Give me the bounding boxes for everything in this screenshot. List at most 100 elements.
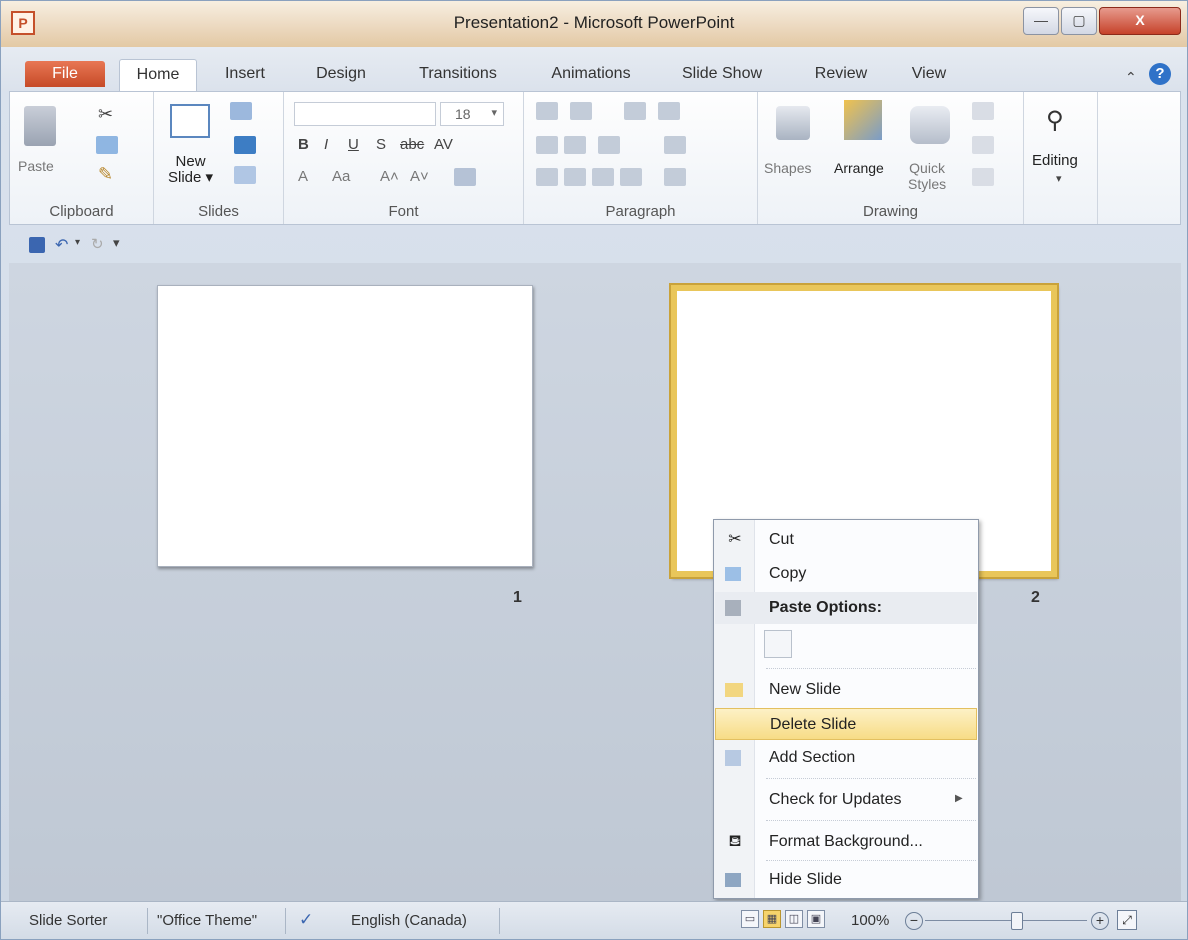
zoom-in-icon[interactable]: + bbox=[1091, 912, 1109, 930]
align-left-icon[interactable] bbox=[536, 168, 558, 186]
normal-view-icon[interactable]: ▭ bbox=[741, 910, 759, 928]
strikethrough-button[interactable]: abc bbox=[400, 136, 424, 153]
font-color-button[interactable]: A bbox=[298, 168, 308, 185]
columns-icon[interactable] bbox=[598, 136, 620, 154]
smartart-icon[interactable] bbox=[664, 168, 686, 186]
font-group: 18 ▾ B I U S abc AV A Aa A˄ A˅ Font bbox=[284, 92, 524, 224]
context-menu: ✂ Cut Copy Paste Options: New Slide Dele… bbox=[713, 519, 979, 899]
shrink-font-button[interactable]: A˅ bbox=[410, 168, 429, 185]
editing-dropdown-icon[interactable]: ▾ bbox=[1056, 172, 1062, 185]
font-size-value: 18 bbox=[455, 106, 471, 122]
format-painter-icon[interactable]: ✎ bbox=[98, 164, 113, 185]
line-spacing-icon[interactable] bbox=[624, 102, 646, 120]
menu-item-hide-slide[interactable]: Hide Slide bbox=[715, 864, 977, 896]
shadow-button[interactable]: S bbox=[376, 136, 386, 153]
menu-item-delete-slide-label: Delete Slide bbox=[770, 716, 857, 733]
paste-button[interactable]: Paste bbox=[18, 158, 54, 174]
spell-check-icon[interactable]: ✓ bbox=[299, 910, 313, 930]
zoom-slider-track[interactable] bbox=[925, 920, 1087, 921]
slide-sorter-area: 1 2 bbox=[9, 263, 1181, 901]
align-right-icon[interactable] bbox=[592, 168, 614, 186]
drawing-group: Shapes Arrange Quick Styles Drawing bbox=[758, 92, 1024, 224]
submenu-arrow-icon: ▶ bbox=[955, 793, 963, 804]
menu-item-new-slide[interactable]: New Slide bbox=[715, 674, 977, 706]
maximize-button[interactable]: ▢ bbox=[1061, 7, 1097, 35]
fit-to-window-icon[interactable]: ⤢ bbox=[1117, 910, 1137, 930]
save-icon[interactable] bbox=[29, 237, 45, 253]
new-slide-icon[interactable] bbox=[170, 104, 210, 138]
new-slide-button[interactable]: New Slide ▾ bbox=[168, 154, 213, 186]
status-theme-name[interactable]: "Office Theme" bbox=[157, 912, 257, 929]
zoom-slider-thumb[interactable] bbox=[1011, 912, 1023, 930]
slide-sorter-view-icon[interactable]: ▦ bbox=[763, 910, 781, 928]
tab-file[interactable]: File bbox=[25, 61, 105, 87]
help-icon[interactable]: ? bbox=[1149, 63, 1171, 85]
new-slide-label: New bbox=[175, 153, 206, 170]
shape-effects-icon[interactable] bbox=[972, 168, 994, 186]
redo-icon[interactable]: ↻ bbox=[91, 235, 104, 253]
clipboard-icon[interactable] bbox=[24, 106, 56, 146]
tab-transitions[interactable]: Transitions bbox=[403, 59, 513, 91]
close-button[interactable]: X bbox=[1099, 7, 1181, 35]
paste-keep-formatting-icon[interactable] bbox=[764, 630, 792, 658]
menu-item-cut[interactable]: ✂ Cut bbox=[715, 524, 977, 556]
increase-indent-icon[interactable] bbox=[564, 136, 586, 154]
tab-review[interactable]: Review bbox=[801, 59, 881, 91]
minimize-button[interactable]: — bbox=[1023, 7, 1059, 35]
numbering-icon[interactable] bbox=[570, 102, 592, 120]
editing-button[interactable]: Editing bbox=[1032, 152, 1078, 169]
menu-item-delete-slide[interactable]: Delete Slide bbox=[715, 708, 977, 740]
slide-show-view-icon[interactable]: ▣ bbox=[807, 910, 825, 928]
reset-icon[interactable] bbox=[234, 136, 256, 154]
grow-font-button[interactable]: A˄ bbox=[380, 168, 399, 185]
quick-access-toolbar: ↶ ▾ ↻ ▾ bbox=[9, 231, 1181, 261]
shape-outline-icon[interactable] bbox=[972, 136, 994, 154]
zoom-out-icon[interactable]: − bbox=[905, 912, 923, 930]
section-icon[interactable] bbox=[234, 166, 256, 184]
quick-styles-button[interactable]: Quick Styles bbox=[908, 160, 946, 192]
reading-view-icon[interactable]: ◫ bbox=[785, 910, 803, 928]
slide-thumbnail-1[interactable] bbox=[157, 285, 533, 567]
character-spacing-button[interactable]: AV bbox=[434, 136, 453, 153]
shapes-button[interactable]: Shapes bbox=[764, 160, 811, 176]
bold-button[interactable]: B bbox=[298, 136, 309, 153]
copy-icon[interactable] bbox=[96, 136, 118, 154]
underline-button[interactable]: U bbox=[348, 136, 359, 153]
layout-icon[interactable] bbox=[230, 102, 252, 120]
tab-view[interactable]: View bbox=[897, 59, 961, 91]
align-center-icon[interactable] bbox=[564, 168, 586, 186]
tab-slide-show[interactable]: Slide Show bbox=[669, 59, 775, 91]
font-name-combo[interactable] bbox=[294, 102, 436, 126]
text-direction-icon[interactable] bbox=[658, 102, 680, 120]
arrange-button[interactable]: Arrange bbox=[834, 160, 884, 176]
shapes-icon[interactable] bbox=[776, 106, 810, 140]
decrease-indent-icon[interactable] bbox=[536, 136, 558, 154]
menu-item-add-section[interactable]: Add Section bbox=[715, 742, 977, 774]
align-text-icon[interactable] bbox=[664, 136, 686, 154]
status-language[interactable]: English (Canada) bbox=[351, 912, 467, 929]
italic-button[interactable]: I bbox=[324, 136, 328, 153]
binoculars-icon[interactable]: ⚲ bbox=[1046, 106, 1064, 135]
clear-formatting-icon[interactable] bbox=[454, 168, 476, 186]
tab-design[interactable]: Design bbox=[301, 59, 381, 91]
menu-item-check-updates[interactable]: Check for Updates ▶ bbox=[715, 784, 977, 816]
tab-animations[interactable]: Animations bbox=[533, 59, 649, 91]
justify-icon[interactable] bbox=[620, 168, 642, 186]
drawing-label: Drawing bbox=[862, 203, 919, 220]
shape-fill-icon[interactable] bbox=[972, 102, 994, 120]
quick-styles-icon[interactable] bbox=[910, 106, 950, 144]
undo-icon[interactable]: ↶ bbox=[55, 235, 68, 255]
arrange-icon[interactable] bbox=[844, 100, 882, 140]
menu-item-format-background[interactable]: ⛾ Format Background... bbox=[715, 826, 977, 858]
customize-toolbar-icon[interactable]: ▾ bbox=[113, 235, 120, 251]
change-case-button[interactable]: Aa bbox=[332, 168, 350, 185]
menu-item-copy[interactable]: Copy bbox=[715, 558, 977, 590]
tab-home[interactable]: Home bbox=[119, 59, 197, 91]
scissors-icon[interactable]: ✂ bbox=[98, 104, 113, 125]
tab-insert[interactable]: Insert bbox=[213, 59, 277, 91]
minimize-ribbon-icon[interactable]: ⌃ bbox=[1125, 69, 1137, 86]
undo-dropdown-icon[interactable]: ▾ bbox=[75, 237, 80, 248]
bullets-icon[interactable] bbox=[536, 102, 558, 120]
zoom-level[interactable]: 100% bbox=[851, 912, 889, 929]
font-size-combo[interactable]: 18 ▾ bbox=[440, 102, 504, 126]
